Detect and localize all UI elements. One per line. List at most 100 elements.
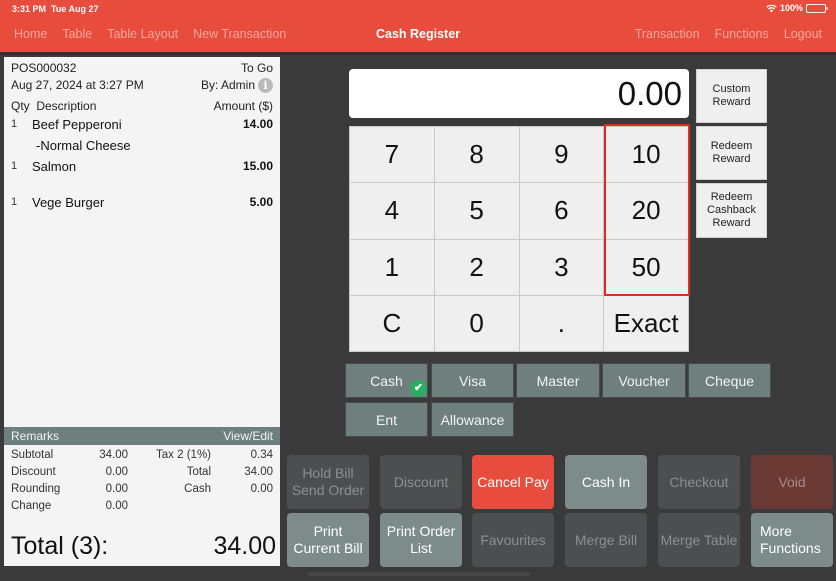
key-6[interactable]: 6 [519,183,604,239]
cash-in-button[interactable]: Cash In [565,455,647,509]
void-button[interactable]: Void [751,455,833,509]
item-description: Vege Burger [32,195,105,210]
key-quick-50[interactable]: 50 [604,239,688,295]
key-7[interactable]: 7 [350,127,434,183]
receipt-item-modifier: -Normal Cheese [11,136,273,157]
receipt-item[interactable]: 1 Beef Pepperoni 14.00 [11,115,273,136]
order-type: To Go [240,61,273,75]
key-quick-20[interactable]: 20 [604,183,688,239]
grand-total: Total (3): 34.00 [11,532,276,561]
remarks-label: Remarks [11,429,60,443]
key-9[interactable]: 9 [519,127,604,183]
summary-label: Change [11,500,52,512]
payment-ent-button[interactable]: Ent [345,402,428,437]
key-exact[interactable]: Exact [604,295,688,351]
status-time: 3:31 PM Tue Aug 27 [12,4,99,14]
receipt-column-headers: Qty Description Amount ($) [11,99,273,113]
summary-label: Cash [184,483,211,495]
payment-voucher-button[interactable]: Voucher [602,363,686,398]
item-amount: 5.00 [249,195,273,209]
receipt-summary: Subtotal 34.00 Tax 2 (1%) 0.34 Discount … [11,449,273,517]
summary-row: Discount 0.00 Total 34.00 [11,466,273,483]
summary-value: 0.00 [105,466,128,478]
merge-bill-button[interactable]: Merge Bill [565,513,647,567]
checkout-button[interactable]: Checkout [658,455,740,509]
receipt-panel: POS000032 To Go Aug 27, 2024 at 3:27 PM … [4,57,280,566]
item-description: Beef Pepperoni [32,117,122,132]
key-2[interactable]: 2 [434,239,519,295]
summary-label: Rounding [11,483,61,495]
receipt-items: 1 Beef Pepperoni 14.00 -Normal Cheese 1 … [11,115,273,214]
nav-new-transaction[interactable]: New Transaction [193,27,286,41]
order-by: By: Admin i [200,78,273,94]
modifier-description: -Normal Cheese [36,138,131,153]
nav-functions[interactable]: Functions [715,27,769,41]
summary-label: Subtotal [11,449,54,461]
hold-bill-send-order-button[interactable]: Hold Bill Send Order [287,455,369,509]
receipt-item[interactable]: 1 Vege Burger 5.00 [11,193,273,214]
key-3[interactable]: 3 [519,239,604,295]
summary-value: 34.00 [244,466,273,478]
amount-display[interactable]: 0.00 [349,69,689,118]
payment-allowance-button[interactable]: Allowance [431,402,514,437]
custom-reward-button[interactable]: Custom Reward [696,69,767,123]
key-4[interactable]: 4 [350,183,434,239]
payment-visa-button[interactable]: Visa [431,363,514,398]
nav-right: Transaction Functions Logout [635,27,822,41]
key-8[interactable]: 8 [434,127,519,183]
cancel-pay-button[interactable]: Cancel Pay [472,455,554,509]
summary-label: Tax 2 (1%) [156,449,211,461]
payment-master-button[interactable]: Master [516,363,600,398]
nav-table-layout[interactable]: Table Layout [107,27,178,41]
summary-value: 0.00 [105,483,128,495]
print-order-list-button[interactable]: Print Order List [380,513,462,567]
status-indicators: 100% [766,3,828,13]
favourites-button[interactable]: Favourites [472,513,554,567]
key-5[interactable]: 5 [434,183,519,239]
keypad: 7 8 9 10 4 5 6 20 1 2 3 50 C 0 . Exact [349,126,689,352]
key-1[interactable]: 1 [350,239,434,295]
remarks-view-edit-link[interactable]: View/Edit [223,429,273,443]
column-description: Description [36,99,97,113]
key-decimal[interactable]: . [519,295,604,351]
redeem-reward-button[interactable]: Redeem Reward [696,126,767,180]
discount-button[interactable]: Discount [380,455,462,509]
summary-value: 34.00 [99,449,128,461]
more-functions-button[interactable]: More Functions [751,513,833,567]
remarks-bar[interactable]: Remarks View/Edit [4,427,280,445]
summary-row: Change 0.00 [11,500,273,517]
item-qty: 1 [11,118,18,130]
key-0[interactable]: 0 [434,295,519,351]
check-icon: ✔ [410,380,427,397]
receipt-meta-row: Aug 27, 2024 at 3:27 PM By: Admin i [11,78,273,94]
key-clear[interactable]: C [350,295,434,351]
info-icon[interactable]: i [258,78,273,94]
key-quick-10[interactable]: 10 [604,127,688,183]
receipt-item[interactable]: 1 Salmon 15.00 [11,157,273,193]
merge-table-button[interactable]: Merge Table [658,513,740,567]
summary-value: 0.34 [250,449,273,461]
payment-cash-button[interactable]: Cash ✔ [345,363,428,398]
battery-percent: 100% [779,3,803,13]
summary-label: Total [186,466,211,478]
nav-home[interactable]: Home [14,27,47,41]
order-by-text: By: Admin [200,78,255,92]
order-datetime: Aug 27, 2024 at 3:27 PM [11,78,144,92]
summary-row: Rounding 0.00 Cash 0.00 [11,483,273,500]
receipt-header-row: POS000032 To Go [11,61,273,75]
summary-label: Discount [11,466,56,478]
redeem-cashback-reward-button[interactable]: Redeem Cashback Reward [696,183,767,238]
status-date-text: Tue Aug 27 [51,4,99,14]
item-description: Salmon [32,159,77,174]
nav-logout[interactable]: Logout [784,27,822,41]
home-indicator[interactable] [308,572,530,576]
nav-table[interactable]: Table [62,27,92,41]
print-current-bill-button[interactable]: Print Current Bill [287,513,369,567]
item-amount: 14.00 [242,117,273,131]
payment-cheque-button[interactable]: Cheque [688,363,771,398]
battery-icon [806,3,828,13]
grand-total-label: Total (3): [11,532,109,560]
item-amount: 15.00 [242,159,273,173]
status-time-text: 3:31 PM [12,4,47,14]
nav-transaction[interactable]: Transaction [635,27,700,41]
